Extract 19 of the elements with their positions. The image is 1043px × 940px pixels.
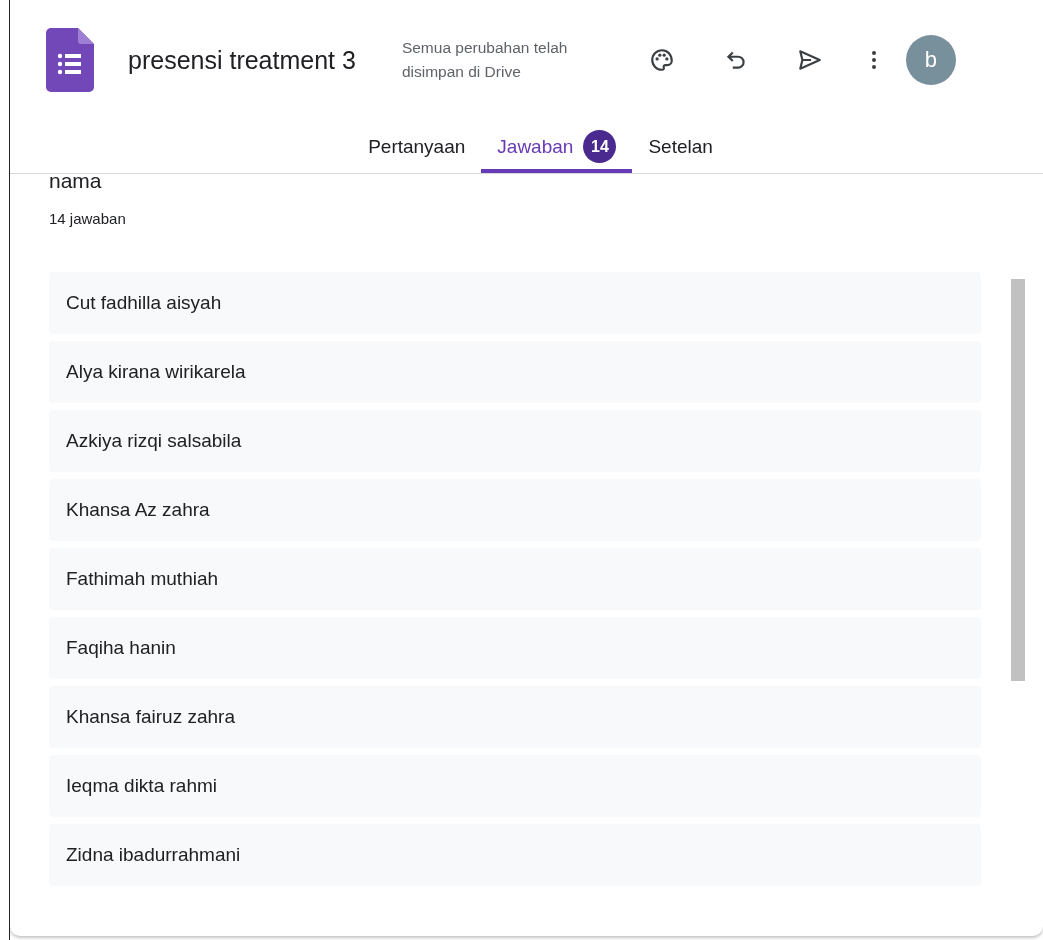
answer-item: Cut fadhilla aisyah — [49, 272, 981, 334]
answer-item: Zidna ibadurrahmani — [49, 824, 981, 886]
tab[interactable]: Setelan — [632, 120, 729, 173]
answer-item: Ieqma dikta rahmi — [49, 755, 981, 817]
answer-item: Fathimah muthiah — [49, 548, 981, 610]
tab[interactable]: Pertanyaan — [352, 120, 482, 173]
scrollbar-thumb[interactable] — [1011, 279, 1025, 681]
question-title: nama — [49, 174, 103, 193]
answer-item: Azkiya rizqi salsabila — [49, 410, 981, 472]
answer-item: Khansa Az zahra — [49, 479, 981, 541]
forms-logo-icon[interactable] — [46, 28, 94, 92]
form-title[interactable]: presensi treatment 3 — [128, 45, 356, 75]
save-status: Semua perubahan telah disimpan di Drive — [401, 38, 569, 82]
answer-item: Alya kirana wirikarela — [49, 341, 981, 403]
response-count: 14 jawaban — [49, 210, 127, 227]
answer-item: Faqiha hanin — [49, 617, 981, 679]
tab[interactable]: Jawaban 14 — [481, 120, 633, 173]
response-count-badge: 14 — [583, 130, 617, 163]
answer-item: Khansa fairuz zahra — [49, 686, 981, 748]
